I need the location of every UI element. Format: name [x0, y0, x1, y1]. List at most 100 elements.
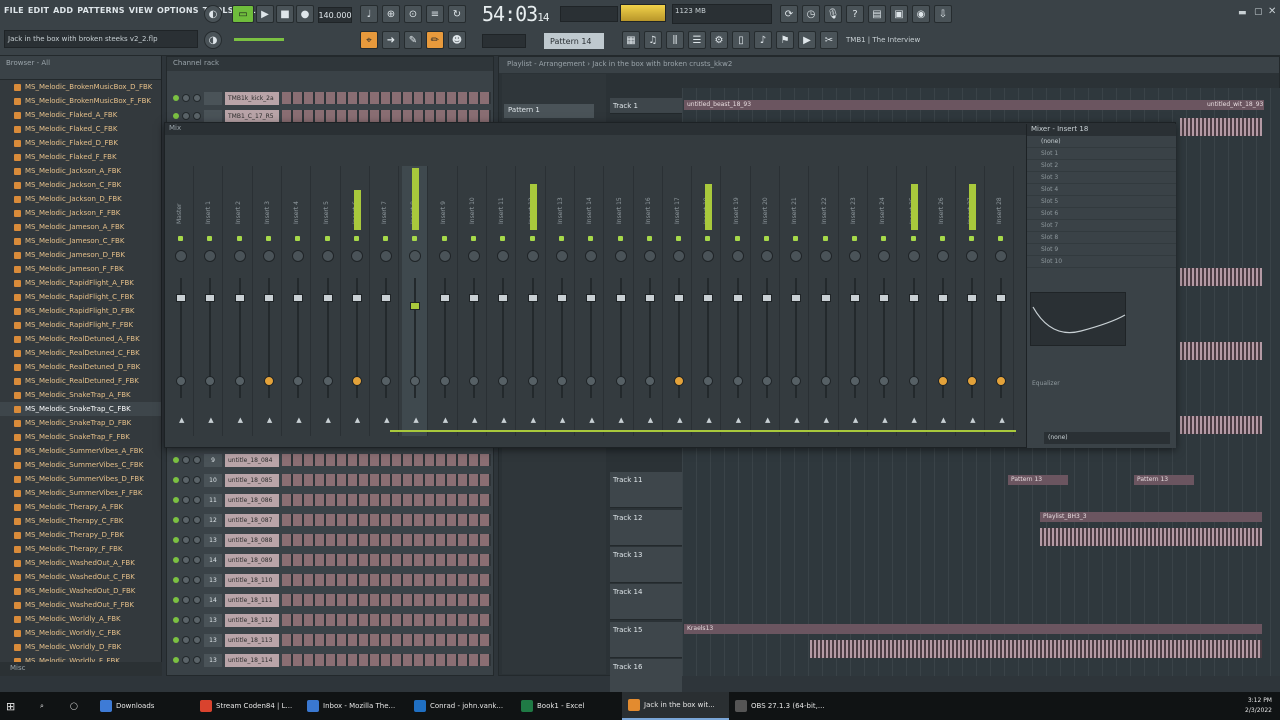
channel-led[interactable] — [173, 557, 179, 563]
mixer-send-knob[interactable] — [439, 376, 450, 386]
route-arrow-icon[interactable]: ▲ — [677, 416, 682, 424]
mixer-mute-led[interactable] — [558, 236, 564, 241]
snap-dropdown[interactable] — [482, 34, 526, 48]
mixer-mute-led[interactable] — [851, 236, 857, 241]
channel-pan-knob[interactable] — [182, 636, 190, 644]
menu-file[interactable]: FILE — [4, 6, 24, 15]
browser-item[interactable]: MS_Melodic_Jameson_D_FBK — [0, 248, 161, 262]
mixer-pan-knob[interactable] — [350, 250, 363, 262]
mixer-mute-led[interactable] — [236, 236, 242, 241]
mixer-strip[interactable]: Insert 19 ▲ — [725, 166, 751, 436]
mixer-send-knob[interactable] — [732, 376, 743, 386]
mixer-strip[interactable]: Insert 8▲ — [402, 166, 429, 436]
microphone-icon[interactable]: 🎙 — [824, 5, 842, 23]
menu-edit[interactable]: EDIT — [28, 6, 49, 15]
record-button[interactable]: ● — [296, 5, 314, 23]
browser-item[interactable]: MS_Melodic_SummerVibes_C_FBK — [0, 458, 161, 472]
insert-slot[interactable]: Slot 2 — [1027, 160, 1176, 172]
route-arrow-icon[interactable]: ▲ — [443, 416, 448, 424]
mixer-mute-led[interactable] — [734, 236, 740, 241]
mixer-mute-led[interactable] — [676, 236, 682, 241]
mixer-mute-led[interactable] — [265, 236, 271, 241]
channel-step-sequencer[interactable] — [282, 574, 491, 586]
route-arrow-icon[interactable]: ▲ — [208, 416, 213, 424]
mixer-volume-fader[interactable] — [820, 294, 831, 302]
mixer-send-knob[interactable] — [351, 376, 362, 386]
mixer-volume-fader[interactable] — [674, 294, 685, 302]
track-header[interactable]: Track 16 — [610, 659, 682, 695]
browser-item[interactable]: MS_Melodic_RapidFlight_D_FBK — [0, 304, 161, 318]
channel-rack-icon[interactable]: ▦ — [622, 31, 640, 49]
mixer-send-knob[interactable] — [674, 376, 685, 386]
browser-item[interactable]: MS_Melodic_RealDetuned_D_FBK — [0, 360, 161, 374]
channel-volume-knob[interactable] — [193, 556, 201, 564]
mixer-volume-fader[interactable] — [205, 294, 216, 302]
mixer-pan-knob[interactable] — [878, 250, 891, 262]
browser-item[interactable]: MS_Melodic_Worldly_C_FBK — [0, 626, 161, 640]
blend-notes-icon[interactable]: ≡ — [426, 5, 444, 23]
insert-slot[interactable]: Slot 9 — [1027, 244, 1176, 256]
browser-item[interactable]: MS_Melodic_SnakeTrap_A_FBK — [0, 388, 161, 402]
route-arrow-icon[interactable]: ▲ — [531, 416, 536, 424]
channel-led[interactable] — [173, 577, 179, 583]
pattern-song-toggle[interactable]: ▭ — [232, 5, 254, 23]
mixer-mute-led[interactable] — [529, 236, 535, 241]
channel-mixer-track[interactable]: 14 — [204, 593, 222, 607]
minimize-icon[interactable]: ▬ — [1238, 8, 1247, 18]
channel-pan-knob[interactable] — [182, 556, 190, 564]
mixer-volume-fader[interactable] — [439, 294, 450, 302]
pattern-list-selected[interactable]: Pattern 1 — [504, 104, 594, 118]
insert-slot[interactable]: Slot 1 — [1027, 148, 1176, 160]
channel-row[interactable]: 12 untitle_18_087 — [173, 511, 491, 529]
tempo-display[interactable]: 140.000 — [318, 7, 352, 23]
mixer-strip[interactable]: Master ▲ — [168, 166, 194, 436]
mixer-send-knob[interactable] — [498, 376, 509, 386]
channel-row[interactable]: 13 untitle_18_110 — [173, 571, 491, 589]
mixer-send-knob[interactable] — [644, 376, 655, 386]
browser-item[interactable]: MS_Melodic_RealDetuned_C_FBK — [0, 346, 161, 360]
browser-item[interactable]: MS_Melodic_SummerVibes_A_FBK — [0, 444, 161, 458]
mixer-pan-knob[interactable] — [614, 250, 627, 262]
mixer-pan-knob[interactable] — [409, 250, 422, 262]
mixer-mute-led[interactable] — [822, 236, 828, 241]
mixer-pan-knob[interactable] — [380, 250, 393, 262]
track-header[interactable]: Track 1 — [610, 98, 682, 114]
metronome-icon[interactable]: ♩ — [360, 5, 378, 23]
channel-volume-knob[interactable] — [193, 516, 201, 524]
channel-mixer-track[interactable]: 14 — [204, 553, 222, 567]
playlist-clip[interactable]: Kraels13 — [684, 624, 1262, 634]
browser-item[interactable]: MS_Melodic_Flaked_C_FBK — [0, 122, 161, 136]
taskbar-app[interactable]: Stream Coden84 | L... — [194, 692, 301, 720]
route-arrow-icon[interactable]: ▲ — [648, 416, 653, 424]
channel-name-button[interactable]: untitle_18_087 — [225, 513, 279, 527]
browser-item[interactable]: MS_Melodic_Flaked_F_FBK — [0, 150, 161, 164]
route-arrow-icon[interactable]: ▲ — [355, 416, 360, 424]
mixer-pan-knob[interactable] — [848, 250, 861, 262]
mixer-mute-led[interactable] — [295, 236, 301, 241]
audio-waveform-clip[interactable] — [1180, 118, 1262, 136]
channel-name-button[interactable]: untitle_18_086 — [225, 493, 279, 507]
audio-waveform-clip[interactable] — [1180, 416, 1262, 434]
person-icon[interactable]: ☻ — [448, 31, 466, 49]
mixer-send-knob[interactable] — [263, 376, 274, 386]
browser-item[interactable]: MS_Melodic_RealDetuned_A_FBK — [0, 332, 161, 346]
menu-view[interactable]: VIEW — [129, 6, 153, 15]
mixer-strip[interactable]: Insert 11 ▲ — [490, 166, 517, 436]
menu-patterns[interactable]: PATTERNS — [77, 6, 124, 15]
mixer-volume-fader[interactable] — [263, 294, 274, 302]
channel-pan-knob[interactable] — [182, 596, 190, 604]
track-header[interactable]: Track 13 — [610, 547, 682, 583]
mixer-strip[interactable]: Insert 7 ▲ — [373, 166, 400, 436]
mixer-send-knob[interactable] — [469, 376, 479, 386]
mixer-pan-knob[interactable] — [995, 250, 1008, 262]
browser-item[interactable]: MS_Melodic_Therapy_D_FBK — [0, 528, 161, 542]
mixer-strip[interactable]: Insert 4 ▲ — [285, 166, 312, 436]
mixer-mute-led[interactable] — [412, 236, 418, 241]
channel-volume-knob[interactable] — [193, 656, 201, 664]
mixer-send-knob[interactable] — [322, 376, 333, 386]
mixer-strip[interactable]: Insert 18▲ — [695, 166, 722, 436]
mixer-pan-knob[interactable] — [790, 250, 803, 262]
mixer-send-knob[interactable] — [937, 376, 948, 386]
mixer-mute-led[interactable] — [178, 236, 183, 241]
mixer-pan-knob[interactable] — [966, 250, 979, 262]
